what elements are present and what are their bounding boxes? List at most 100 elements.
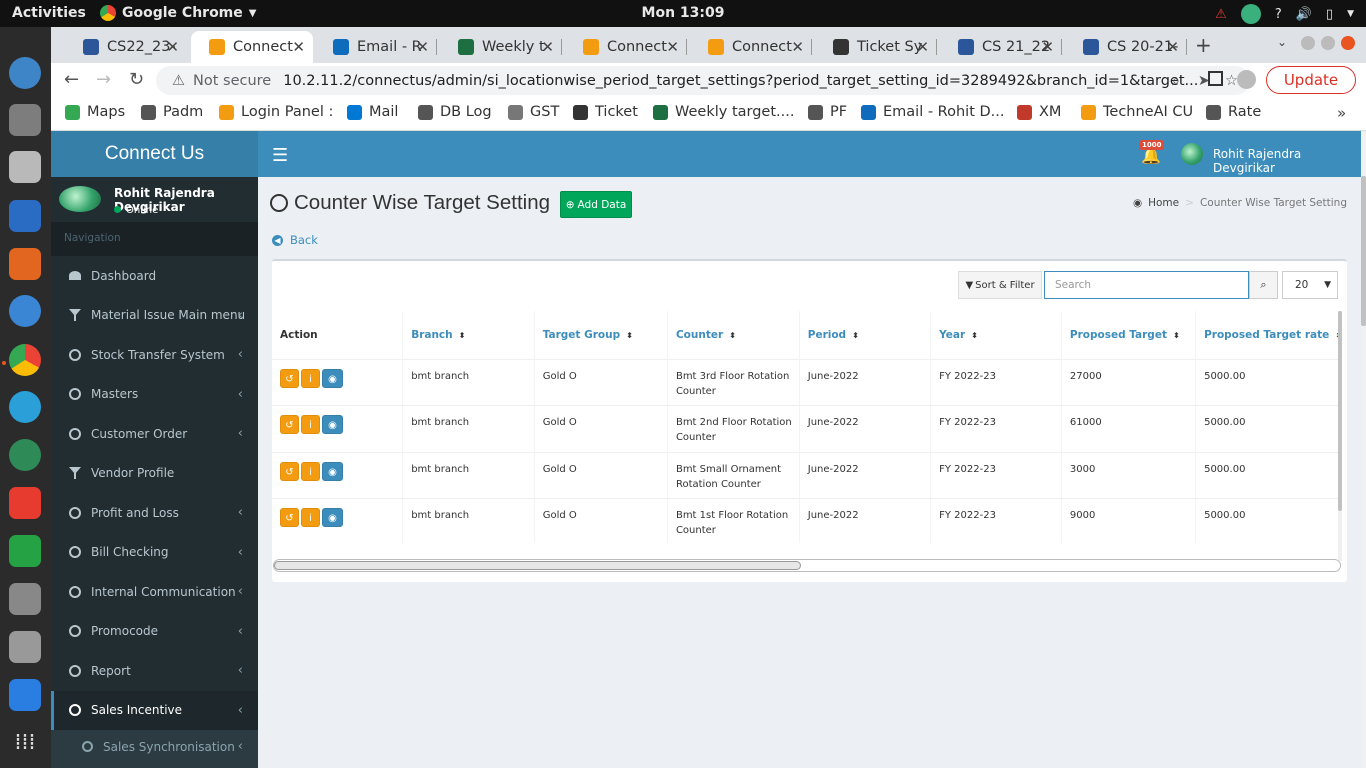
phone-icon[interactable]: [9, 391, 41, 423]
warning-icon[interactable]: ⚠: [1215, 7, 1227, 22]
sidebar-item-promocode[interactable]: Promocode ‹: [51, 612, 258, 652]
scrollbar-thumb[interactable]: [274, 561, 801, 570]
star-icon[interactable]: ☆: [1225, 73, 1238, 89]
bookmark-2[interactable]: Padm: [141, 104, 203, 120]
volume-icon[interactable]: 🔊: [1296, 7, 1312, 22]
tab-7[interactable]: Ticket Sy ✕: [815, 31, 937, 63]
sidebar-item-bill-checking[interactable]: Bill Checking ‹: [51, 533, 258, 573]
submenu-item-1[interactable]: Sales Synchronisation ‹: [51, 730, 258, 763]
search-input[interactable]: Search: [1044, 271, 1249, 299]
wps-writer-icon[interactable]: [9, 679, 41, 711]
tab-8[interactable]: CS 21_22 ✕: [940, 31, 1062, 63]
bookmark-10[interactable]: Email - Rohit D...: [861, 104, 1004, 120]
bookmark-8[interactable]: Weekly target....: [653, 104, 794, 120]
document-icon[interactable]: [9, 200, 41, 232]
breadcrumb-home[interactable]: Home: [1148, 197, 1179, 209]
view-icon[interactable]: ◉: [322, 415, 343, 434]
sidebar-item-masters[interactable]: Masters ‹: [51, 375, 258, 415]
minimize-icon[interactable]: [1301, 36, 1315, 50]
chrome-dock-icon[interactable]: [9, 344, 41, 376]
sidebar-item-sales-incentive[interactable]: Sales Incentive ‹: [51, 690, 258, 730]
info-icon[interactable]: i: [301, 415, 320, 434]
sidebar-item-internal-communication[interactable]: Internal Communication ‹: [51, 572, 258, 612]
close-tab-icon[interactable]: ✕: [1166, 38, 1179, 56]
tab-4[interactable]: Weekly t ✕: [440, 31, 562, 63]
help-icon[interactable]: ?: [1275, 7, 1282, 22]
close-tab-icon[interactable]: ✕: [666, 38, 679, 56]
sidebar-item-dashboard[interactable]: Dashboard: [51, 256, 258, 296]
history-icon[interactable]: ↺: [280, 508, 299, 527]
maximize-icon[interactable]: [1321, 36, 1335, 50]
sidebar-item-profit-and-loss[interactable]: Profit and Loss ‹: [51, 493, 258, 533]
search-button[interactable]: ⌕: [1249, 271, 1278, 299]
info-icon[interactable]: i: [301, 461, 320, 481]
sort-icon[interactable]: ⬍: [459, 331, 466, 340]
forward-arrow-icon[interactable]: →: [96, 69, 111, 90]
column-header[interactable]: Proposed Target ⬍: [1060, 311, 1196, 359]
system-tray[interactable]: ⚠ ? 🔊 ▯ ▼: [1215, 4, 1354, 24]
back-link[interactable]: ◀ Back: [272, 233, 318, 247]
sort-icon[interactable]: ⬍: [852, 331, 859, 340]
chevron-down-icon[interactable]: ▼: [1347, 9, 1354, 19]
close-tab-icon[interactable]: ✕: [916, 38, 929, 56]
zoom-icon[interactable]: ⌕: [1172, 73, 1180, 89]
close-tab-icon[interactable]: ✕: [791, 38, 804, 56]
update-button[interactable]: Update: [1266, 66, 1356, 94]
close-tab-icon[interactable]: ✕: [416, 38, 429, 56]
activities-button[interactable]: Activities: [12, 5, 86, 21]
bookmark-4[interactable]: Mail: [347, 104, 398, 120]
tab-search-icon[interactable]: ⌄: [1277, 35, 1287, 49]
thunderbird-icon[interactable]: [9, 57, 41, 89]
sort-icon[interactable]: ⬍: [729, 331, 736, 340]
user-menu[interactable]: Rohit Rajendra Devgirikar: [1213, 147, 1361, 175]
column-header[interactable]: Counter ⬍: [666, 311, 800, 359]
sidebar-item-customer-order[interactable]: Customer Order ‹: [51, 414, 258, 454]
column-header[interactable]: Period ⬍: [798, 311, 931, 359]
new-tab-button[interactable]: +: [1195, 33, 1212, 57]
store-icon[interactable]: [9, 248, 41, 280]
bookmark-12[interactable]: TechneAI CU: [1081, 104, 1193, 120]
anydesk-icon[interactable]: [9, 487, 41, 519]
history-icon[interactable]: ↺: [280, 368, 299, 388]
tab-2[interactable]: Connect ✕: [191, 31, 313, 63]
sidepanel-icon[interactable]: [1208, 71, 1223, 86]
column-header[interactable]: Proposed Target rate⬍: [1195, 311, 1342, 359]
view-icon[interactable]: ◉: [322, 508, 343, 527]
close-tab-icon[interactable]: ✕: [1041, 38, 1054, 56]
window-controls[interactable]: [1301, 36, 1355, 50]
tab-6[interactable]: Connect ✕: [690, 31, 812, 63]
column-header[interactable]: Year ⬍: [930, 311, 1062, 359]
back-arrow-icon[interactable]: ←: [64, 69, 79, 90]
view-icon[interactable]: ◉: [322, 461, 343, 481]
table-horizontal-scrollbar[interactable]: [273, 559, 1341, 572]
apps-grid-icon[interactable]: ⁞⁞⁞: [9, 727, 41, 759]
page-scrollbar[interactable]: [1361, 131, 1366, 768]
info-icon[interactable]: i: [301, 368, 320, 388]
sort-icon[interactable]: ⬍: [1173, 331, 1180, 340]
sync-icon[interactable]: [1240, 4, 1261, 24]
close-tab-icon[interactable]: ✕: [541, 38, 554, 56]
app-menu[interactable]: Google Chrome ▼: [100, 5, 256, 21]
tab-3[interactable]: Email - R ✕: [315, 31, 437, 63]
hamburger-icon[interactable]: ☰: [272, 145, 288, 166]
sidebar-item-material-issue-main-menu[interactable]: Material Issue Main menu ‹: [51, 296, 258, 336]
more-bookmarks-icon[interactable]: »: [1337, 104, 1346, 122]
sidebar-item-report[interactable]: Report ‹: [51, 651, 258, 691]
table-vertical-scrollbar[interactable]: [1338, 311, 1342, 561]
add-data-button[interactable]: ⊕ Add Data: [560, 191, 632, 218]
bookmark-7[interactable]: Ticket: [573, 104, 638, 120]
sync-app-icon[interactable]: [9, 439, 41, 471]
sidebar-item-vendor-profile[interactable]: Vendor Profile: [51, 454, 258, 494]
bookmark-5[interactable]: DB Log: [418, 104, 492, 120]
avatar[interactable]: [1181, 143, 1203, 165]
sort-filter-button[interactable]: ▼ Sort & Filter: [958, 271, 1042, 299]
sidebar-item-stock-transfer-system[interactable]: Stock Transfer System ‹: [51, 335, 258, 375]
bookmark-1[interactable]: Maps: [65, 104, 125, 120]
column-header[interactable]: Branch ⬍: [402, 311, 535, 359]
close-icon[interactable]: [1341, 36, 1355, 50]
tab-9[interactable]: CS 20-21- ✕: [1065, 31, 1187, 63]
tab-5[interactable]: Connect ✕: [565, 31, 687, 63]
bookmark-11[interactable]: XM: [1017, 104, 1061, 120]
close-tab-icon[interactable]: ✕: [166, 38, 179, 56]
history-icon[interactable]: ↺: [280, 461, 299, 481]
